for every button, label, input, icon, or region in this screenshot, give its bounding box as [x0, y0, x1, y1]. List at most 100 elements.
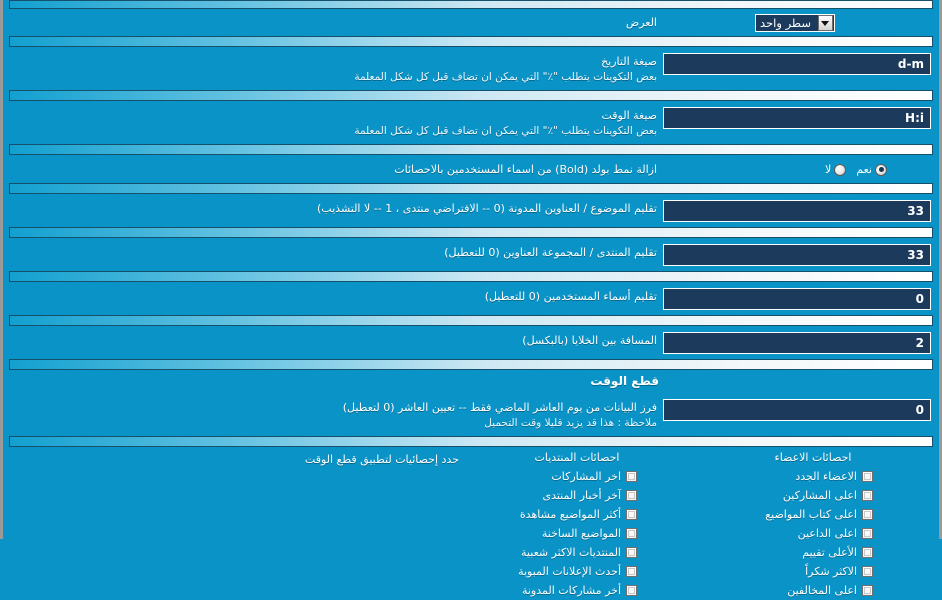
list-item-label: اعلى المخالفين	[787, 584, 857, 598]
list-item[interactable]: المواضيع الساخنة	[459, 524, 695, 543]
date-format-hint: بعض التكوينات يتطلب "٪" التي يمكن ان تضا…	[354, 70, 657, 83]
trim-usernames-label: تقليم أسماء المستخدمين (0 للتعطيل)	[484, 290, 657, 304]
checkbox-icon[interactable]	[626, 528, 637, 540]
remove-bold-radio-group: نعم لا	[825, 161, 931, 176]
time-format-field	[659, 106, 931, 130]
radio-icon-no[interactable]	[834, 163, 847, 176]
list-item[interactable]: اعلى المشاركين	[695, 486, 931, 505]
list-item-label: أخر مشاركات المدونة	[521, 584, 621, 598]
stats-column-forums-heading: احصائات المنتديات	[534, 451, 620, 465]
time-cut-section-title: قطع الوقت	[590, 374, 659, 389]
date-format-label: صيغة التاريخ بعض التكوينات يتطلب "٪" الت…	[11, 52, 659, 85]
checkbox-icon[interactable]	[862, 490, 873, 502]
checkbox-icon[interactable]	[862, 547, 873, 559]
divider	[9, 36, 933, 47]
divider	[9, 144, 933, 156]
list-item-label: اخر المشاركات	[551, 470, 621, 484]
list-item-label: اعلى كتاب المواضيع	[765, 508, 857, 522]
checkbox-icon[interactable]	[862, 528, 873, 540]
trim-forum-label: تقليم المنتدى / المجموعة العناوين (0 للت…	[444, 246, 657, 260]
settings-panel: سطر واحد العرض صيغة التاريخ بعض التكوينا…	[0, 0, 942, 597]
checkbox-icon[interactable]	[626, 471, 637, 483]
trim-topic-input[interactable]	[663, 200, 931, 223]
trim-topic-field	[659, 199, 931, 223]
list-item[interactable]: أكثر المواضيع مشاهدة	[459, 505, 695, 524]
list-item-label: أكثر المواضيع مشاهدة	[519, 508, 621, 522]
list-item-label: الاعضاء الجدد	[795, 470, 857, 484]
row-display: سطر واحد العرض	[3, 9, 939, 36]
apply-stats-label: حدد إحصائيات لتطبيق قطع الوقت	[304, 453, 459, 467]
list-item-label: المواضيع الساخنة	[541, 527, 621, 541]
remove-bold-field: نعم لا	[659, 160, 931, 176]
cell-spacing-label: المسافة بين الخلايا (بالبكسل)	[522, 334, 657, 348]
remove-bold-option-yes[interactable]: نعم	[856, 163, 887, 176]
date-format-title: صيغة التاريخ	[601, 55, 657, 68]
divider	[9, 90, 933, 102]
remove-bold-label-no: لا	[825, 163, 832, 177]
trim-topic-label: تقليم الموضوع / العناوين المدونة (0 -- ا…	[317, 202, 657, 216]
list-item-label: الاكثر شكراً	[805, 565, 857, 579]
checkbox-icon[interactable]	[862, 509, 873, 521]
stats-column-forums: احصائات المنتديات اخر المشاركات آخر أخبا…	[459, 451, 695, 600]
checkbox-icon[interactable]	[626, 490, 637, 502]
divider	[9, 0, 933, 9]
list-item[interactable]: اعلى المخالفين	[695, 581, 931, 600]
checkbox-icon[interactable]	[862, 566, 873, 578]
list-item[interactable]: أخر مشاركات المدونة	[459, 581, 695, 600]
list-item[interactable]: الاعضاء الجدد	[695, 467, 931, 486]
list-item-label: اعلى الداعين	[797, 527, 857, 541]
list-item-label: الأعلى تقييم	[802, 546, 857, 560]
checkbox-icon[interactable]	[862, 585, 873, 597]
time-format-input[interactable]	[663, 107, 931, 130]
list-item[interactable]: المنتديات الاكثر شعبية	[459, 543, 695, 562]
list-item-label: المنتديات الاكثر شعبية	[521, 546, 621, 560]
checkbox-icon[interactable]	[862, 471, 873, 483]
list-item[interactable]: الأعلى تقييم	[695, 543, 931, 562]
cell-spacing-input[interactable]	[663, 332, 931, 355]
time-cut-title: فرز البيانات من يوم العاشر الماضي فقط --…	[342, 401, 657, 415]
stats-column-members: احصائات الاعضاء الاعضاء الجدد اعلى المشا…	[695, 451, 931, 600]
cell-spacing-field	[659, 331, 931, 355]
list-item[interactable]: أحدث الإعلانات المبوبة	[459, 562, 695, 581]
divider	[9, 271, 933, 283]
checkbox-icon[interactable]	[626, 547, 637, 559]
row-time-cut-section: قطع الوقت	[3, 370, 939, 393]
trim-usernames-input[interactable]	[663, 288, 931, 311]
remove-bold-label: ازالة نمط بولد (Bold) من اسماء المستخدمي…	[394, 163, 657, 177]
time-format-hint: بعض التكوينات يتطلب "٪" التي يمكن ان تضا…	[354, 125, 657, 138]
row-trim-usernames: تقليم أسماء المستخدمين (0 للتعطيل)	[3, 282, 939, 315]
list-item[interactable]: آخر أخبار المنتدى	[459, 486, 695, 505]
trim-forum-field	[659, 243, 931, 267]
list-item[interactable]: اعلى كتاب المواضيع	[695, 505, 931, 524]
checkbox-icon[interactable]	[626, 566, 637, 578]
row-time-format: صيغة الوقت بعض التكوينات يتطلب "٪" التي …	[3, 101, 939, 144]
divider	[9, 315, 933, 327]
divider	[9, 227, 933, 239]
time-cut-field	[659, 398, 931, 422]
divider	[9, 359, 933, 371]
time-cut-input[interactable]	[663, 399, 931, 422]
list-item-label: آخر أخبار المنتدى	[542, 489, 621, 503]
date-format-field	[659, 52, 931, 75]
list-item[interactable]: اخر المشاركات	[459, 467, 695, 486]
row-remove-bold: نعم لا ازالة نمط بولد (Bold) من اسماء ال…	[3, 155, 939, 183]
time-cut-label: فرز البيانات من يوم العاشر الماضي فقط --…	[11, 398, 659, 431]
list-item-label: أحدث الإعلانات المبوبة	[518, 565, 621, 579]
checkbox-icon[interactable]	[626, 509, 637, 521]
date-format-input[interactable]	[663, 53, 931, 75]
time-cut-section-spacer	[659, 374, 931, 388]
display-select[interactable]: سطر واحد	[755, 14, 835, 32]
checkbox-icon[interactable]	[626, 585, 637, 597]
radio-icon-yes[interactable]	[875, 163, 887, 176]
row-apply-stats: احصائات الاعضاء الاعضاء الجدد اعلى المشا…	[3, 447, 939, 600]
list-item[interactable]: الاكثر شكراً	[695, 562, 931, 581]
list-item-label: اعلى المشاركين	[782, 489, 857, 503]
row-trim-topic: تقليم الموضوع / العناوين المدونة (0 -- ا…	[3, 194, 939, 227]
trim-forum-input[interactable]	[663, 244, 931, 267]
chevron-down-icon[interactable]	[817, 15, 833, 31]
divider	[9, 436, 933, 448]
trim-usernames-field	[659, 287, 931, 311]
remove-bold-option-no[interactable]: لا	[825, 163, 847, 177]
row-time-cut: فرز البيانات من يوم العاشر الماضي فقط --…	[3, 393, 939, 436]
list-item[interactable]: اعلى الداعين	[695, 524, 931, 543]
